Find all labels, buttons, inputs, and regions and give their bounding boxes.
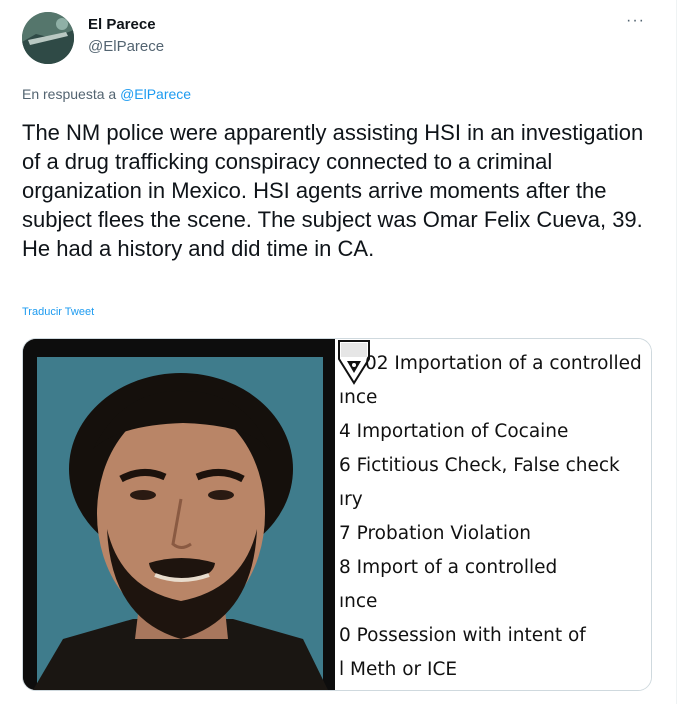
charge-line: 02 Importation of a controlled xyxy=(365,353,642,374)
more-options-icon[interactable]: ··· xyxy=(626,12,645,30)
charges-list: 02 Importation of a controlled ınce 4 Im… xyxy=(339,347,642,687)
charge-line: 6 Fictitious Check, False check xyxy=(339,455,620,476)
reply-mention-link[interactable]: @ElParece xyxy=(120,86,191,102)
translate-tweet-link[interactable]: Traducir Tweet xyxy=(22,306,94,318)
charge-line: 8 Import of a controlled xyxy=(339,557,558,578)
charge-line: 7 Probation Violation xyxy=(339,523,532,544)
mugshot-photo[interactable] xyxy=(23,339,335,690)
charge-line: 0 Possession with intent of xyxy=(339,625,586,646)
author-avatar[interactable] xyxy=(22,12,74,64)
charge-line: l Meth or ICE xyxy=(339,659,458,680)
reply-context: En respuesta a @ElParece xyxy=(22,86,191,102)
tweet-card: El Parece @ElParece ··· En respuesta a @… xyxy=(0,0,677,704)
charges-document: 02 Importation of a controlled ınce 4 Im… xyxy=(335,339,651,690)
tweet-text: The NM police were apparently assisting … xyxy=(22,120,644,261)
author-handle[interactable]: @ElParece xyxy=(88,38,164,55)
reply-prefix: En respuesta a xyxy=(22,86,117,102)
charge-line: ıry xyxy=(339,489,363,510)
charge-line: ınce xyxy=(339,387,378,408)
charge-line: 4 Importation of Cocaine xyxy=(339,421,569,442)
tweet-media[interactable]: 02 Importation of a controlled ınce 4 Im… xyxy=(22,338,652,691)
author-name[interactable]: El Parece xyxy=(88,16,156,33)
charge-line: ınce xyxy=(339,591,378,612)
